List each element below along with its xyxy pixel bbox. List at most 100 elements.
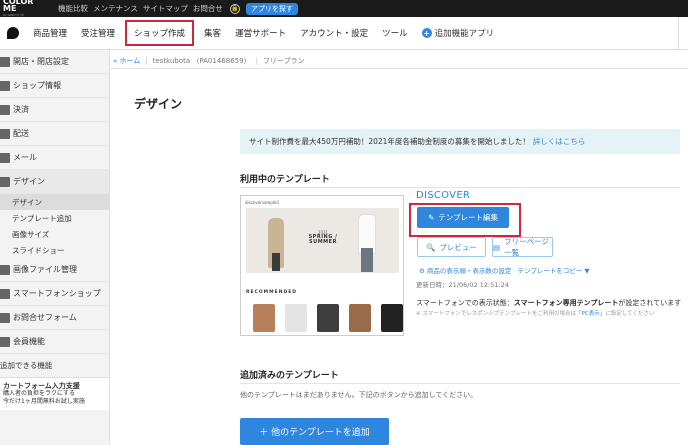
sp-info-pre: スマートフォンでの表示状態：	[416, 299, 514, 307]
smartphone-icon	[0, 288, 10, 299]
sidebar-promo[interactable]: カートフォーム入力支援 購入者の負担をラクにする 今だけ1ヶ月間無料お試し実施	[0, 377, 109, 410]
template-name: DISCOVER	[416, 190, 471, 201]
thumb-hero-big: SPRING / SUMMER	[308, 234, 338, 245]
breadcrumb-separator: |	[255, 57, 258, 65]
thumb-product	[349, 304, 371, 332]
top-bar: COLOR ME by GMOペパボ 機能比較 メンテナンス サイトマップ お問…	[0, 0, 688, 17]
shop-icon	[0, 80, 10, 91]
sp-info-post: が設定されています	[618, 299, 682, 307]
thumb-product	[381, 304, 403, 332]
payment-icon	[0, 104, 10, 115]
sidebar-item-label: 会員機能	[13, 337, 45, 346]
divider	[110, 68, 688, 69]
store-icon	[0, 56, 10, 67]
display-settings-link[interactable]: 商品の表示順・表示数の設定	[427, 267, 512, 275]
thumb-recommended: RECOMMENDED	[246, 290, 298, 295]
main-nav: 商品管理 受注管理 ショップ作成 集客 運営サポート アカウント・設定 ツール …	[0, 16, 688, 50]
design-icon	[0, 176, 10, 187]
nav-account-settings[interactable]: アカウント・設定	[293, 17, 375, 50]
nav-orders[interactable]: 受注管理	[74, 17, 122, 50]
lock-icon[interactable]: 🔒	[229, 3, 240, 14]
sidebar-item-label: お問合せフォーム	[13, 313, 77, 322]
template-edit-button[interactable]: ✎ テンプレート編集	[417, 207, 509, 228]
sidebar-item-open-close[interactable]: 開店・閉店設定	[0, 50, 109, 74]
sidebar-item-label: 開店・閉店設定	[13, 57, 69, 66]
divider	[240, 383, 680, 384]
sidebar-item-mail[interactable]: メール	[0, 146, 109, 170]
sidebar-item-label: 決済	[13, 105, 29, 114]
notice-banner: サイト制作費を最大450万円補助！2021年度各補助金制度の募集を開始しました！…	[240, 129, 680, 154]
sidebar-item-design[interactable]: デザイン	[0, 170, 109, 194]
top-link-sitemap[interactable]: サイトマップ	[143, 3, 188, 14]
nav-add-feature-apps[interactable]: + 追加機能アプリ	[415, 17, 502, 50]
page-icon: ▤	[493, 242, 501, 252]
sidebar-sub-design[interactable]: デザイン	[0, 194, 109, 210]
brand-icon[interactable]	[0, 17, 26, 50]
sidebar-item-shipping[interactable]: 配送	[0, 122, 109, 146]
smartphone-status: スマートフォンでの表示状態：スマートフォン専用テンプレートが設定されています	[416, 298, 681, 308]
breadcrumb-home[interactable]: « ホーム	[113, 56, 140, 66]
promo-line1: 購入者の負担をラクにする	[3, 390, 76, 397]
form-icon	[0, 312, 10, 323]
promo-title: カートフォーム入力支援	[3, 382, 80, 390]
template-edit-label: テンプレート編集	[438, 213, 499, 222]
sidebar-sub-slideshow[interactable]: スライドショー	[0, 242, 109, 258]
model-left-legs	[272, 253, 280, 271]
thumb-header: discoversample3	[241, 196, 403, 208]
gear-icon: ⚙	[419, 267, 425, 275]
sidebar-item-payment[interactable]: 決済	[0, 98, 109, 122]
nav-tools[interactable]: ツール	[375, 17, 415, 50]
top-link-contact[interactable]: お問合せ	[193, 3, 223, 14]
sidebar-item-label: デザイン	[13, 177, 45, 186]
sidebar-item-label: 画像ファイル管理	[13, 265, 77, 274]
breadcrumb-shop: testkubota （PA01468659）	[152, 57, 251, 65]
image-icon	[0, 264, 10, 275]
top-link-compare[interactable]: 機能比較	[58, 3, 88, 14]
breadcrumb-plan: フリープラン	[262, 57, 305, 65]
sidebar-add-functions: 追加できる機能	[0, 361, 53, 370]
added-templates-heading: 追加済みのテンプレート	[240, 371, 339, 381]
sp-info-bold: スマートフォン専用テンプレート	[513, 299, 619, 307]
divider	[240, 187, 680, 188]
thumb-product-row	[253, 304, 403, 332]
nav-support[interactable]: 運営サポート	[228, 17, 293, 50]
plus-icon: +	[421, 28, 432, 38]
thumb-hero-image: 2021 SPRING / SUMMER	[246, 208, 399, 273]
sidebar-item-label: 配送	[13, 129, 29, 138]
updated-timestamp: 更新日時：21/06/02 12:51:24	[416, 281, 509, 289]
sidebar-sub-image-size[interactable]: 画像サイズ	[0, 226, 109, 242]
breadcrumb-separator: |	[145, 57, 148, 65]
nav-marketing[interactable]: 集客	[197, 17, 228, 50]
mail-icon	[0, 152, 10, 163]
nav-products[interactable]: 商品管理	[26, 17, 74, 50]
smartphone-note: ※ スマートフォンでレスポンシブテンプレートをご利用の場合は「PC表示」に設定し…	[416, 309, 654, 317]
page-title: デザイン	[134, 97, 183, 111]
breadcrumb: « ホーム | testkubota （PA01468659） | フリープラン	[113, 56, 305, 66]
sidebar-item-label: スマートフォンショップ	[13, 289, 101, 298]
freepage-list-button[interactable]: ▤ フリーページ一覧	[492, 237, 553, 257]
find-apps-button[interactable]: アプリを探す	[245, 2, 298, 15]
sidebar-item-contact-form[interactable]: お問合せフォーム	[0, 306, 109, 330]
thumb-product	[317, 304, 339, 332]
nav-shop-creation[interactable]: ショップ作成	[125, 20, 195, 46]
template-thumbnail[interactable]: discoversample3 2021 SPRING / SUMMER REC…	[240, 195, 404, 336]
sidebar-item-shop-info[interactable]: ショップ情報	[0, 74, 109, 98]
top-links: 機能比較 メンテナンス サイトマップ お問合せ 🔒 アプリを探す	[58, 2, 298, 15]
notice-link[interactable]: 詳しくはこちら	[533, 136, 586, 147]
thumb-hero-text: 2021 SPRING / SUMMER	[301, 230, 345, 245]
thumb-product	[253, 304, 275, 332]
pc-display-link[interactable]: 「PC表示」	[576, 311, 605, 317]
sidebar-item-image-files[interactable]: 画像ファイル管理	[0, 258, 109, 282]
add-template-button[interactable]: ＋ 他のテンプレートを追加	[240, 418, 389, 445]
sidebar-item-label: ショップ情報	[13, 81, 61, 90]
top-link-maintenance[interactable]: メンテナンス	[93, 3, 138, 14]
sidebar-item-smartphone[interactable]: スマートフォンショップ	[0, 282, 109, 306]
sidebar-item-members[interactable]: 会員機能	[0, 330, 109, 354]
copy-template-link[interactable]: テンプレートをコピー ▼	[518, 267, 590, 275]
freepage-label: フリーページ一覧	[504, 237, 549, 257]
thumb-shop-name: discoversample3	[245, 199, 279, 205]
no-templates-message: 他のテンプレートはまだありません。下記のボタンから追加してください。	[240, 391, 478, 399]
promo-line2: 今だけ1ヶ月間無料お試し実施	[3, 398, 85, 405]
preview-button[interactable]: 🔍 プレビュー	[417, 237, 486, 257]
sidebar-sub-add-template[interactable]: テンプレート追加	[0, 210, 109, 226]
